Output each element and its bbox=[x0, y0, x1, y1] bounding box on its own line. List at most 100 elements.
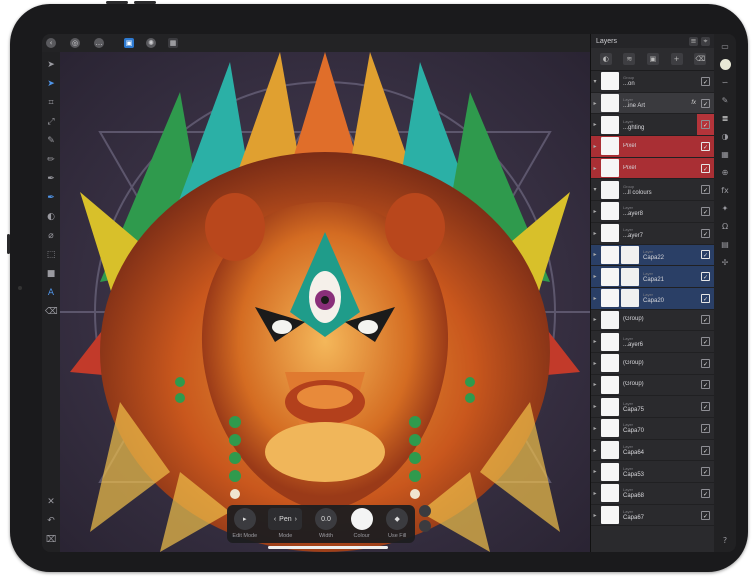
text-icon[interactable]: A bbox=[45, 287, 57, 299]
visibility-checkbox[interactable]: ✓ bbox=[701, 228, 710, 238]
grid-icon[interactable]: ▦ bbox=[168, 38, 178, 48]
visibility-checkbox[interactable]: ✓ bbox=[701, 467, 710, 477]
colour-swatch[interactable] bbox=[350, 508, 373, 530]
eyedropper-icon[interactable]: ⌀ bbox=[45, 230, 57, 242]
expand-arrow-icon[interactable]: ▸ bbox=[591, 512, 599, 519]
eraser-icon[interactable]: ⌫ bbox=[45, 306, 58, 318]
expand-arrow-icon[interactable]: ▸ bbox=[591, 121, 599, 128]
visibility-checkbox[interactable]: ✓ bbox=[701, 163, 710, 173]
rectangle-icon[interactable]: ■ bbox=[45, 268, 57, 280]
expand-arrow-icon[interactable]: ▸ bbox=[591, 381, 599, 388]
crop-icon[interactable]: ⌗ bbox=[45, 97, 57, 109]
visibility-checkbox[interactable]: ✓ bbox=[701, 206, 710, 216]
transform-panel-icon[interactable]: ⊕ bbox=[720, 167, 731, 178]
layer-row[interactable]: ▸ Layer Capa75 ✓ bbox=[591, 396, 715, 418]
layer-row[interactable]: ▸ Layer Capa70 ✓ bbox=[591, 418, 715, 440]
glyph-icon[interactable]: Ω bbox=[720, 221, 731, 232]
expand-arrow-icon[interactable]: ▸ bbox=[591, 403, 599, 410]
expand-arrow-icon[interactable]: ▸ bbox=[591, 100, 599, 107]
visibility-checkbox[interactable]: ✓ bbox=[701, 488, 710, 498]
settings-icon[interactable] bbox=[419, 520, 431, 532]
more-icon[interactable]: … bbox=[94, 38, 104, 48]
edit-mode-control[interactable]: ▸ Edit Mode bbox=[230, 508, 260, 539]
layer-row[interactable]: ▾ Group ...on ✓ bbox=[591, 71, 715, 93]
expand-arrow-icon[interactable]: ▸ bbox=[591, 468, 599, 475]
artwork-canvas[interactable] bbox=[60, 52, 590, 552]
pencil-icon[interactable]: ✏ bbox=[45, 154, 57, 166]
visibility-checkbox[interactable]: ✓ bbox=[701, 185, 710, 195]
expand-arrow-icon[interactable]: ▸ bbox=[591, 425, 599, 432]
expand-arrow-icon[interactable]: ▸ bbox=[591, 165, 599, 172]
stock-icon[interactable]: ▤ bbox=[720, 239, 731, 250]
visibility-checkbox[interactable]: ✓ bbox=[701, 272, 710, 282]
layer-row[interactable]: ▸ Layer Capa20 ✓ bbox=[591, 287, 715, 310]
layer-row[interactable]: ▸ Layer ...ghting ✓ bbox=[591, 114, 715, 137]
trash-icon[interactable]: ⌧ bbox=[45, 534, 57, 546]
edit-mode-icon[interactable]: ▸ bbox=[233, 508, 256, 530]
vector-pen-icon[interactable]: ✒ bbox=[45, 192, 57, 204]
visibility-checkbox[interactable]: ✓ bbox=[701, 423, 710, 433]
pin-icon[interactable]: ⌖ bbox=[701, 36, 710, 46]
visibility-checkbox[interactable]: ✓ bbox=[701, 76, 710, 86]
fill-drop-icon[interactable]: ◆ bbox=[386, 508, 409, 530]
navigator-icon[interactable]: ✢ bbox=[720, 257, 731, 268]
layer-row[interactable]: ▸ Layer Capa53 ✓ bbox=[591, 461, 715, 484]
expand-arrow-icon[interactable]: ▸ bbox=[591, 230, 599, 237]
layer-row[interactable]: ▸ Layer ...ine Art fx ✓ bbox=[591, 92, 715, 115]
layer-row[interactable]: ▸ Layer Capa68 ✓ bbox=[591, 483, 715, 505]
mask-icon[interactable]: ▣ bbox=[646, 53, 659, 65]
width-control[interactable]: 0.0 Width bbox=[311, 508, 341, 539]
expand-arrow-icon[interactable]: ▾ bbox=[591, 186, 599, 193]
brush-icon[interactable]: ✎ bbox=[45, 135, 57, 147]
pen-icon[interactable]: ✒ bbox=[45, 173, 57, 185]
visibility-checkbox[interactable]: ✓ bbox=[701, 510, 710, 520]
expand-arrow-icon[interactable]: ▸ bbox=[591, 360, 599, 367]
visibility-checkbox[interactable]: ✓ bbox=[701, 337, 710, 347]
color-icon[interactable] bbox=[719, 59, 731, 70]
undo-icon[interactable]: ↶ bbox=[45, 515, 57, 527]
layer-row[interactable]: ▸ Layer Capa21 ✓ bbox=[591, 266, 715, 288]
visibility-checkbox[interactable]: ✓ bbox=[701, 402, 710, 412]
use-fill-control[interactable]: ◆ Use Fill bbox=[382, 508, 412, 539]
visibility-checkbox[interactable]: ✓ bbox=[701, 445, 710, 455]
layer-row[interactable]: ▸ (Group) ✓ bbox=[591, 353, 715, 375]
document-icon[interactable]: ◎ bbox=[70, 38, 80, 48]
visibility-checkbox[interactable]: ✓ bbox=[701, 141, 710, 151]
export-icon[interactable]: ▭ bbox=[720, 41, 731, 52]
layer-row[interactable]: ▸ Pixel ✓ bbox=[591, 136, 715, 158]
visibility-checkbox[interactable]: ✓ bbox=[701, 358, 710, 368]
width-value[interactable]: 0.0 bbox=[314, 508, 337, 530]
swatches-icon[interactable]: ▦ bbox=[720, 149, 731, 160]
layer-row[interactable]: ▸ Layer ...ayer6 ✓ bbox=[591, 331, 715, 353]
layer-row[interactable]: ▸ Layer Capa64 ✓ bbox=[591, 440, 715, 462]
layer-row[interactable]: ▸ Layer ...ayer7 ✓ bbox=[591, 223, 715, 245]
back-icon[interactable]: ‹ bbox=[46, 38, 56, 48]
close-icon[interactable]: ✕ bbox=[45, 496, 57, 508]
layer-row[interactable]: ▸ Layer ...ayer8 ✓ bbox=[591, 201, 715, 223]
styles-icon[interactable]: ✦ bbox=[720, 203, 731, 214]
stroke-icon[interactable]: ∽ bbox=[720, 77, 731, 88]
list-view-icon[interactable]: ≡ bbox=[689, 36, 698, 46]
add-layer-icon[interactable]: + bbox=[670, 53, 683, 65]
expand-arrow-icon[interactable]: ▸ bbox=[591, 143, 599, 150]
persona-export-icon[interactable]: ✺ bbox=[146, 38, 156, 48]
layer-row[interactable]: ▸ Pixel ✓ bbox=[591, 157, 715, 180]
expand-arrow-icon[interactable]: ▾ bbox=[591, 78, 599, 85]
visibility-checkbox[interactable]: ✓ bbox=[701, 250, 710, 260]
visibility-checkbox[interactable]: ✓ bbox=[701, 315, 710, 325]
mode-selector[interactable]: ‹ Pen › bbox=[268, 508, 303, 530]
expand-arrow-icon[interactable]: ▸ bbox=[591, 251, 599, 258]
layer-row[interactable]: ▸ (Group) ✓ bbox=[591, 375, 715, 397]
layer-row[interactable]: ▾ Group ...ll colours ✓ bbox=[591, 179, 715, 202]
visibility-checkbox[interactable]: ✓ bbox=[701, 380, 710, 390]
layers-icon[interactable]: ≣ bbox=[720, 113, 731, 124]
expand-arrow-icon[interactable]: ▸ bbox=[591, 447, 599, 454]
layer-row[interactable]: ▸ Layer Capa67 ✓ bbox=[591, 505, 715, 527]
select-icon[interactable]: ➤ bbox=[45, 78, 57, 90]
expand-arrow-icon[interactable]: ▸ bbox=[591, 490, 599, 497]
blend-icon[interactable]: ◐ bbox=[599, 53, 612, 65]
layer-fx-icon[interactable]: ≋ bbox=[623, 53, 636, 65]
transform-icon[interactable]: ⤢ bbox=[45, 116, 57, 128]
expand-arrow-icon[interactable]: ▸ bbox=[591, 316, 599, 323]
shape-icon[interactable]: ⬚ bbox=[45, 249, 57, 261]
